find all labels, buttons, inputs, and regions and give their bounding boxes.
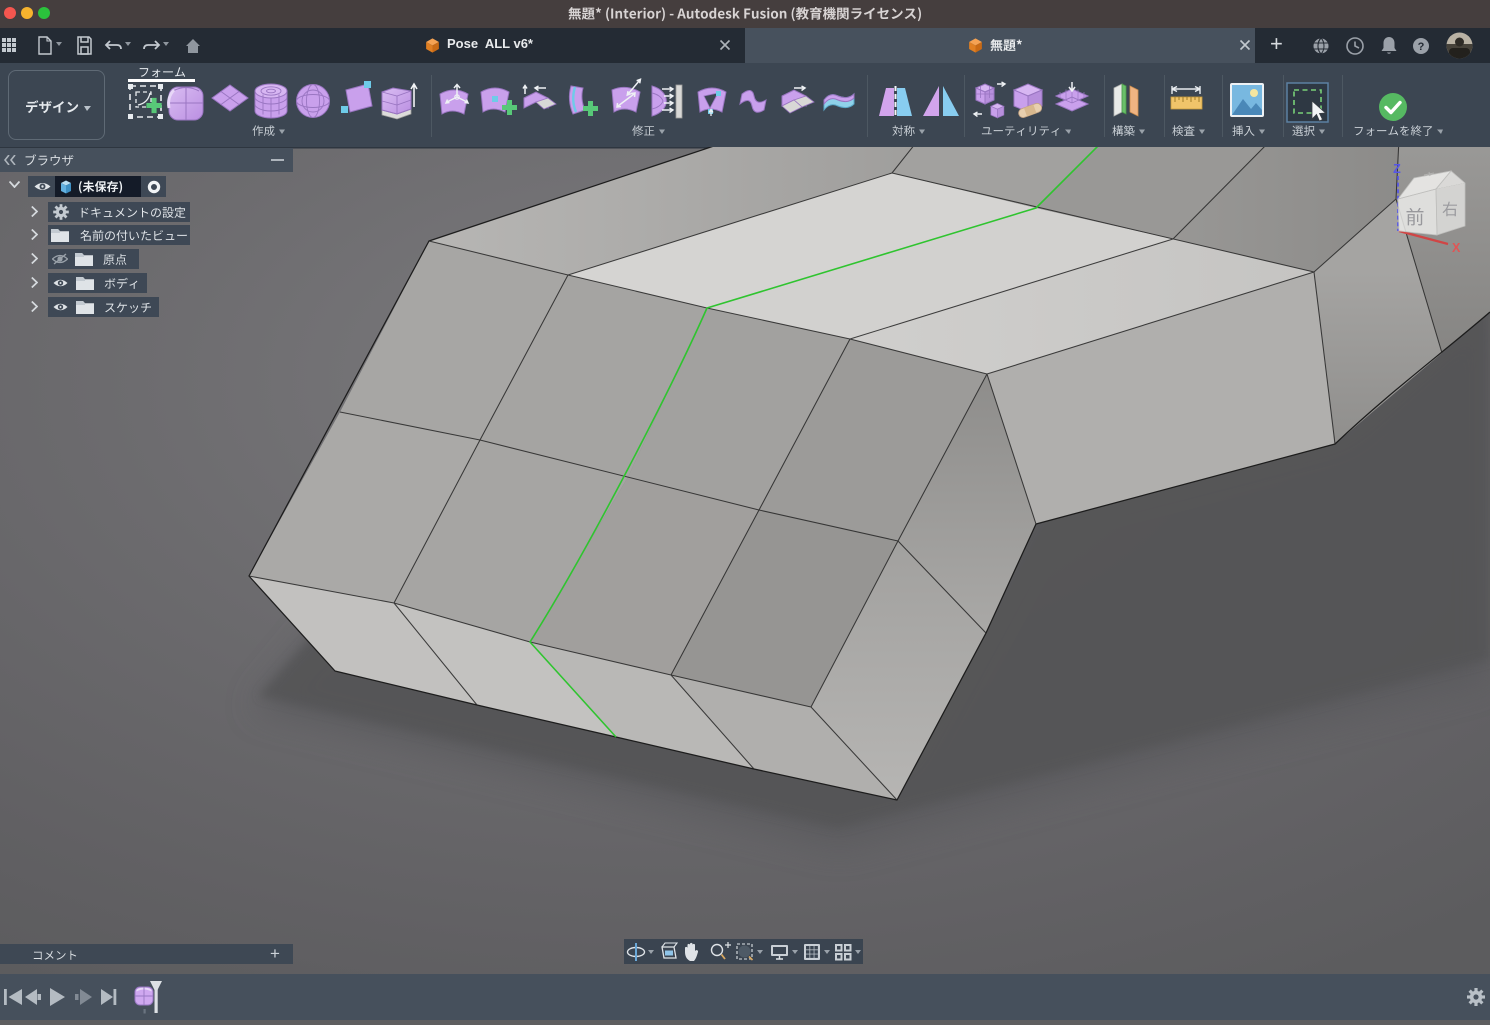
svg-text:Z: Z <box>1393 162 1401 176</box>
svg-text:X: X <box>1452 241 1461 255</box>
svg-text:?: ? <box>1418 41 1425 53</box>
